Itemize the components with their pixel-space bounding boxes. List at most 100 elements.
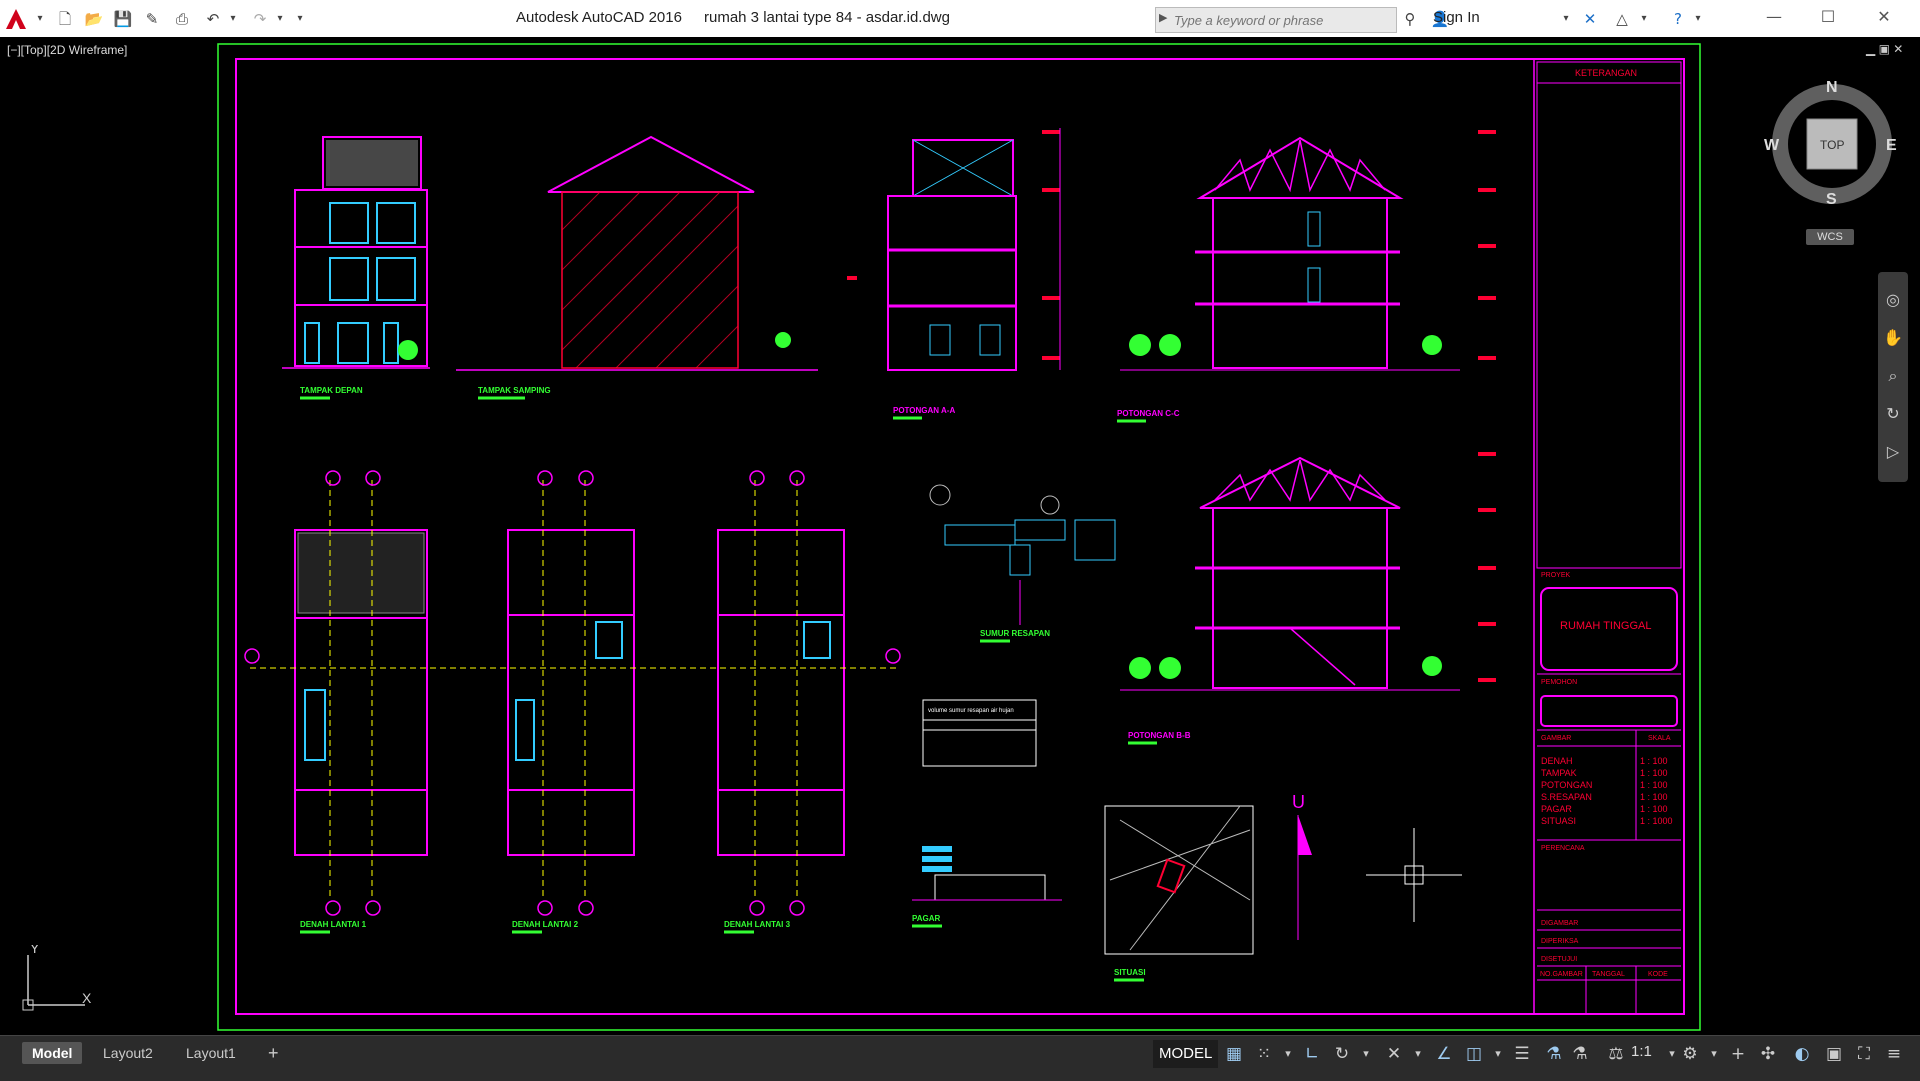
svg-text:TAMPAK: TAMPAK xyxy=(1541,768,1577,778)
tab-layout2[interactable]: Layout2 xyxy=(93,1042,163,1064)
isodraft-icon[interactable]: ✕ xyxy=(1382,1042,1406,1066)
redo-icon[interactable]: ↷ xyxy=(250,9,270,29)
orbit-icon[interactable]: ↻ xyxy=(1883,404,1903,424)
tb-pemohon: PEMOHON xyxy=(1541,679,1577,686)
snap-mode-icon[interactable]: ⁙ xyxy=(1252,1042,1276,1066)
search-expand-icon[interactable]: ▶ xyxy=(1159,11,1167,24)
svg-text:1 : 100: 1 : 100 xyxy=(1640,756,1668,766)
tb-skala: SKALA xyxy=(1648,735,1671,742)
help-icon[interactable]: ? xyxy=(1668,9,1688,29)
tb-diperiksa: DIPERIKSA xyxy=(1541,938,1579,945)
wcs-menu[interactable]: WCS xyxy=(1806,229,1854,245)
isolate-objects-icon[interactable]: ◐ xyxy=(1790,1042,1814,1066)
search-input[interactable] xyxy=(1156,8,1396,32)
annotation-autoscale-icon[interactable]: ⚗ xyxy=(1568,1042,1592,1066)
steering-wheel-icon[interactable]: ◎ xyxy=(1883,290,1903,310)
new-file-icon[interactable]: 🗋 xyxy=(55,9,75,29)
tb-disetujui: DISETUJUI xyxy=(1541,956,1577,963)
septic-detail xyxy=(929,484,1116,625)
print-icon[interactable]: ⎙ xyxy=(172,9,192,29)
undo-icon[interactable]: ↶ xyxy=(203,9,223,29)
polar-dropdown-icon[interactable]: ▾ xyxy=(1354,1042,1378,1066)
section-cc-title: POTONGAN C-C xyxy=(1117,409,1180,418)
svg-text:POTONGAN: POTONGAN xyxy=(1541,780,1592,790)
polar-tracking-icon[interactable]: ↻ xyxy=(1330,1042,1354,1066)
title-bar: ▾ 🗋 📂 💾 ✎ ⎙ ↶ ▾ ↷ ▾ ▾ Autodesk AutoCAD 2… xyxy=(0,0,1920,37)
workspace-gear-icon[interactable]: ⚙ xyxy=(1678,1042,1702,1066)
front-elevation-title: TAMPAK DEPAN xyxy=(300,386,363,395)
svg-text:1 : 100: 1 : 100 xyxy=(1640,780,1668,790)
file-title: rumah 3 lantai type 84 - asdar.id.dwg xyxy=(704,9,950,26)
svg-text:PAGAR: PAGAR xyxy=(1541,804,1572,814)
svg-text:1 : 1000: 1 : 1000 xyxy=(1640,816,1673,826)
autocad-logo-icon[interactable] xyxy=(3,6,29,32)
close-window-button[interactable]: ✕ xyxy=(1862,4,1906,30)
sheet-frame-inner xyxy=(235,58,1685,1015)
search-box: ▶ xyxy=(1155,7,1397,33)
annotation-scale-value[interactable]: 1:1 xyxy=(1631,1043,1652,1060)
pan-hand-icon[interactable]: ✋ xyxy=(1883,328,1903,348)
open-file-icon[interactable]: 📂 xyxy=(84,9,104,29)
isodraft-dropdown-icon[interactable]: ▾ xyxy=(1406,1042,1430,1066)
sign-in-dropdown-icon[interactable]: ▾ xyxy=(1556,9,1576,29)
add-scale-icon[interactable]: + xyxy=(1726,1042,1750,1066)
app-title: Autodesk AutoCAD 2016 xyxy=(516,9,682,26)
clean-screen-icon[interactable]: ⛶ xyxy=(1852,1042,1876,1066)
a360-icon[interactable]: △ xyxy=(1612,9,1632,29)
tab-model[interactable]: Model xyxy=(22,1042,83,1064)
exchange-apps-icon[interactable]: ✕ xyxy=(1580,9,1600,29)
side-elevation xyxy=(456,135,818,371)
customize-toolbar-icon[interactable]: ▾ xyxy=(290,9,310,29)
add-layout-button[interactable]: + xyxy=(258,1042,289,1064)
grid-display-icon[interactable]: ▦ xyxy=(1222,1042,1246,1066)
object-snap-tracking-icon[interactable]: ∠ xyxy=(1432,1042,1456,1066)
floor-plan-3-title: DENAH LANTAI 3 xyxy=(724,920,791,929)
save-icon[interactable]: 💾 xyxy=(113,9,133,29)
help-dropdown-icon[interactable]: ▾ xyxy=(1688,9,1708,29)
lineweight-icon[interactable]: ☰ xyxy=(1510,1042,1534,1066)
zoom-extents-icon[interactable]: ⌕ xyxy=(1883,366,1903,386)
cad-drawing: TAMPAK DEPAN TAMPAK SAMPING POTONGAN A-A xyxy=(217,43,1701,1031)
cursor-crosshair xyxy=(1366,828,1462,922)
north-arrow: U xyxy=(1292,792,1312,940)
customization-icon[interactable]: ≡ xyxy=(1882,1042,1906,1066)
minimize-button[interactable]: — xyxy=(1752,4,1796,30)
ucs-axis-icon: Y X xyxy=(22,945,92,1011)
showmotion-icon[interactable]: ▷ xyxy=(1883,442,1903,462)
title-block-frame xyxy=(1533,58,1685,1015)
annotation-scale-icon[interactable]: ⚖ xyxy=(1604,1042,1628,1066)
tb-tanggal: TANGGAL xyxy=(1592,971,1625,978)
tb-proyek: PROYEK xyxy=(1541,572,1571,579)
viewcube-west: W xyxy=(1764,137,1780,154)
viewcube[interactable]: TOP N S E W xyxy=(1762,78,1902,218)
workspace-dropdown-icon[interactable]: ▾ xyxy=(1702,1042,1726,1066)
svg-text:1 : 100: 1 : 100 xyxy=(1640,768,1668,778)
save-as-icon[interactable]: ✎ xyxy=(142,9,162,29)
tb-gambar: GAMBAR xyxy=(1541,735,1571,742)
app-menu-chevron-icon[interactable]: ▾ xyxy=(30,9,50,29)
a360-dropdown-icon[interactable]: ▾ xyxy=(1634,9,1654,29)
hardware-acceleration-icon[interactable]: ▣ xyxy=(1822,1042,1846,1066)
redo-dropdown-icon[interactable]: ▾ xyxy=(270,9,290,29)
binoculars-icon[interactable]: ⚲ xyxy=(1400,9,1420,29)
front-elevation xyxy=(282,136,430,369)
units-icon[interactable]: ✣ xyxy=(1756,1042,1780,1066)
undo-dropdown-icon[interactable]: ▾ xyxy=(223,9,243,29)
svg-text:S.RESAPAN: S.RESAPAN xyxy=(1541,792,1592,802)
svg-text:X: X xyxy=(82,990,92,1006)
viewcube-top-face: TOP xyxy=(1820,138,1844,152)
snap-dropdown-icon[interactable]: ▾ xyxy=(1276,1042,1300,1066)
sign-in-button[interactable]: Sign In xyxy=(1433,9,1480,26)
model-space-button[interactable]: MODEL xyxy=(1153,1040,1219,1068)
object-snap-icon[interactable]: ◫ xyxy=(1462,1042,1486,1066)
fence-detail xyxy=(912,846,1062,901)
svg-text:1 : 100: 1 : 100 xyxy=(1640,792,1668,802)
maximize-button[interactable]: ☐ xyxy=(1806,4,1850,30)
tab-layout1[interactable]: Layout1 xyxy=(176,1042,246,1064)
annotation-visibility-icon[interactable]: ⚗ xyxy=(1542,1042,1566,1066)
object-snap-dropdown-icon[interactable]: ▾ xyxy=(1486,1042,1510,1066)
floor-plan-1-title: DENAH LANTAI 1 xyxy=(300,920,367,929)
site-plan xyxy=(1104,805,1254,955)
section-bb xyxy=(1120,452,1496,691)
ortho-mode-icon[interactable]: ∟ xyxy=(1300,1042,1324,1066)
